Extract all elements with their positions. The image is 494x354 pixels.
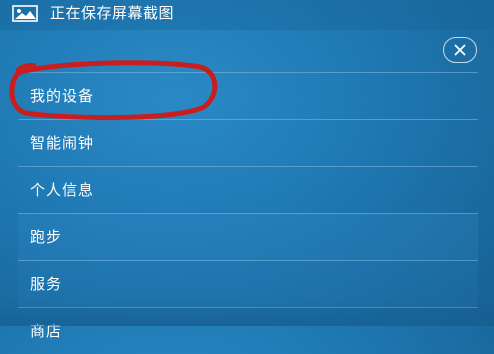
screenshot-status-text: 正在保存屏幕截图 xyxy=(50,4,175,22)
menu-item-label: 服务 xyxy=(30,275,63,293)
menu-item-running[interactable]: 跑步 xyxy=(18,213,478,260)
close-icon xyxy=(454,44,466,56)
menu-item-label: 我的设备 xyxy=(30,87,95,105)
image-icon xyxy=(12,5,38,22)
menu-item-label: 跑步 xyxy=(30,228,63,246)
list-bottom-fade xyxy=(0,300,494,326)
menu-item-label: 智能闹钟 xyxy=(30,134,95,152)
menu-item-smart-alarm[interactable]: 智能闹钟 xyxy=(18,119,478,166)
menu-item-personal-info[interactable]: 个人信息 xyxy=(18,166,478,213)
menu-item-label: 个人信息 xyxy=(30,181,95,199)
menu-item-my-devices[interactable]: 我的设备 xyxy=(18,72,478,119)
close-button[interactable] xyxy=(443,37,477,63)
notification-bar: 正在保存屏幕截图 xyxy=(0,0,494,30)
